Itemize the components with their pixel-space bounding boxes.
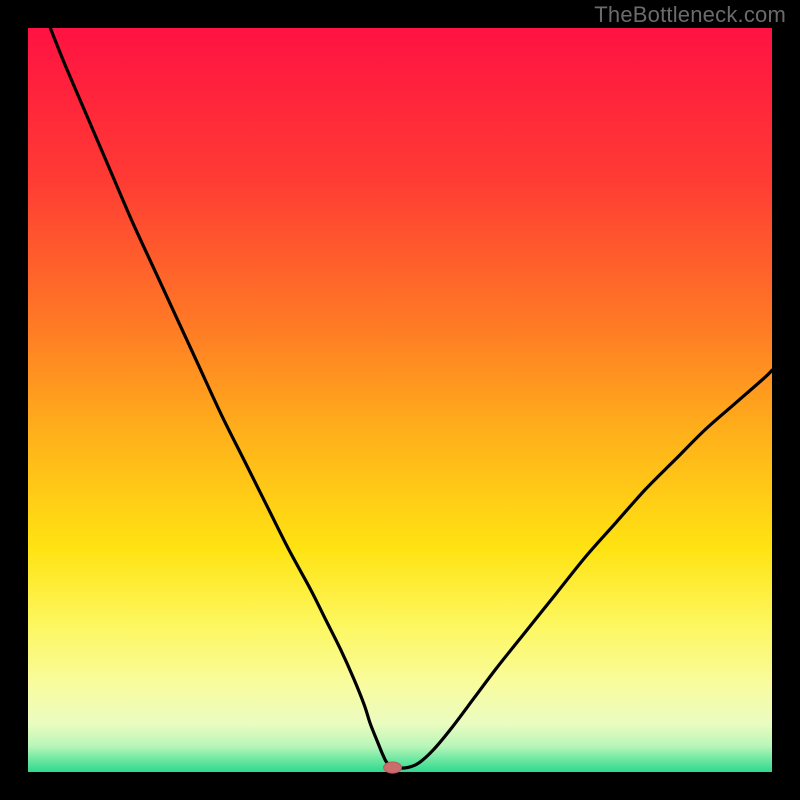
chart-stage: TheBottleneck.com	[0, 0, 800, 800]
chart-svg	[0, 0, 800, 800]
watermark-text: TheBottleneck.com	[594, 2, 786, 28]
plot-area	[28, 28, 772, 772]
min-marker	[384, 762, 402, 773]
